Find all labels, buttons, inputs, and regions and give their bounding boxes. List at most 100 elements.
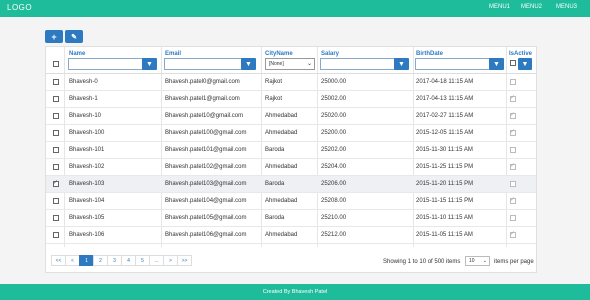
isactive-checkbox <box>510 230 516 238</box>
edit-button[interactable]: ✎ <box>65 30 83 43</box>
row-select-checkbox[interactable] <box>53 147 59 153</box>
row-select-checkbox[interactable] <box>53 96 59 102</box>
isactive-checkbox <box>510 196 516 204</box>
page-button[interactable]: < <box>65 255 80 266</box>
table-row[interactable]: Bhavesh-105 Bhavesh.patel105@gmail.com Bar… <box>46 210 536 227</box>
birthdate-filter-button[interactable]: ▼ <box>489 58 504 70</box>
cell-birthdate: 2017-04-13 11:15 AM <box>416 96 474 102</box>
menu-item-1[interactable]: MENU1 <box>489 4 510 10</box>
salary-filter-input[interactable] <box>320 58 395 70</box>
row-select-checkbox[interactable] <box>53 113 59 119</box>
cell-salary: 25000.00 <box>321 79 347 85</box>
cell-birthdate: 2015-11-30 11:15 AM <box>416 147 473 153</box>
city-filter-select[interactable]: [None] ⌄ <box>265 58 315 70</box>
page-button[interactable]: << <box>51 255 66 266</box>
page-size-select[interactable]: 10 ⌄ <box>465 256 490 266</box>
cell-city: Rajkot <box>265 79 283 85</box>
email-filter-input[interactable] <box>164 58 242 70</box>
menu-item-3[interactable]: MENU3 <box>556 4 577 10</box>
page-button[interactable]: 2 <box>93 255 108 266</box>
column-header-email[interactable]: Email <box>165 51 181 57</box>
salary-filter-button[interactable]: ▼ <box>394 58 409 70</box>
column-header-isactive[interactable]: IsActive <box>509 51 532 57</box>
row-select-checkbox[interactable] <box>53 215 59 221</box>
cell-name: Bhavesh-102 <box>69 164 105 170</box>
top-navbar: LOGO MENU1 MENU2 MENU3 <box>0 0 590 17</box>
cell-name: Bhavesh-100 <box>69 130 105 136</box>
table-row[interactable]: Bhavesh-100 Bhavesh.patel100@gmail.com Ahm… <box>46 125 536 142</box>
cell-birthdate: 2017-02-27 11:15 AM <box>416 113 474 119</box>
page-button[interactable]: ... <box>149 255 164 266</box>
email-filter-button[interactable]: ▼ <box>241 58 256 70</box>
isactive-checkbox <box>510 147 516 153</box>
column-header-birthdate[interactable]: BirthDate <box>416 51 443 57</box>
row-select-checkbox[interactable] <box>53 79 59 85</box>
cell-name: Bhavesh-0 <box>69 79 98 85</box>
cell-name: Bhavesh-105 <box>69 215 105 221</box>
cell-salary: 25200.00 <box>321 130 347 136</box>
cell-city: Ahmedabad <box>265 232 298 238</box>
cell-salary: 25206.00 <box>321 181 347 187</box>
page-button[interactable]: > <box>163 255 178 266</box>
filter-icon: ▼ <box>146 60 153 68</box>
isactive-checkbox <box>510 181 516 187</box>
cell-email: Bhavesh.patel1@gmail.com <box>165 96 240 102</box>
cell-email: Bhavesh.patel106@gmail.com <box>165 232 247 238</box>
logo[interactable]: LOGO <box>7 3 32 12</box>
cell-salary: 25202.00 <box>321 147 347 153</box>
table-row[interactable]: Bhavesh-0 Bhavesh.patel0@gmail.com Rajkot 2… <box>46 74 536 91</box>
table-row[interactable]: Bhavesh-103 Bhavesh.patel103@gmail.com Bar… <box>46 176 536 193</box>
cell-birthdate: 2015-11-20 11:15 PM <box>416 181 474 187</box>
cell-birthdate: 2015-12-05 11:15 AM <box>416 130 474 136</box>
page-button[interactable]: 4 <box>121 255 136 266</box>
city-filter-value: [None] <box>269 61 284 67</box>
row-select-checkbox[interactable] <box>53 198 59 204</box>
page-button[interactable]: 5 <box>135 255 150 266</box>
cell-name: Bhavesh-1 <box>69 96 98 102</box>
row-select-checkbox[interactable] <box>53 232 59 238</box>
pencil-icon: ✎ <box>71 33 77 41</box>
table-row[interactable]: Bhavesh-104 Bhavesh.patel104@gmail.com Ahm… <box>46 193 536 210</box>
birthdate-filter-input[interactable] <box>415 58 490 70</box>
cell-email: Bhavesh.patel10@gmail.com <box>165 113 244 119</box>
filter-icon: ▼ <box>245 60 252 68</box>
page-size-value: 10 <box>469 258 475 264</box>
cell-birthdate: 2015-11-25 11:15 PM <box>416 164 474 170</box>
select-all-checkbox[interactable] <box>53 61 59 67</box>
table-row[interactable]: Bhavesh-106 Bhavesh.patel106@gmail.com Ahm… <box>46 227 536 244</box>
isactive-checkbox <box>510 111 516 119</box>
column-header-city[interactable]: CityName <box>265 51 293 57</box>
isactive-filter-button[interactable]: ▼ <box>518 58 532 70</box>
row-select-checkbox[interactable] <box>53 164 59 170</box>
page-button[interactable]: >> <box>177 255 192 266</box>
cell-birthdate: 2015-11-15 11:15 PM <box>416 198 474 204</box>
table-row[interactable]: Bhavesh-102 Bhavesh.patel102@gmail.com Ahm… <box>46 159 536 176</box>
page-button[interactable]: 3 <box>107 255 122 266</box>
cell-email: Bhavesh.patel102@gmail.com <box>165 164 247 170</box>
table-row[interactable]: Bhavesh-10 Bhavesh.patel10@gmail.com Ahmed… <box>46 108 536 125</box>
table-row[interactable]: Bhavesh-101 Bhavesh.patel101@gmail.com Bar… <box>46 142 536 159</box>
isactive-checkbox <box>510 94 516 102</box>
isactive-checkbox <box>510 215 516 221</box>
cell-salary: 25204.00 <box>321 164 347 170</box>
cell-birthdate: 2015-11-05 11:15 AM <box>416 232 473 238</box>
row-select-checkbox[interactable] <box>53 130 59 136</box>
footer-text: Created By Bhavesh Patel <box>262 289 328 295</box>
table-row[interactable]: Bhavesh-1 Bhavesh.patel1@gmail.com Rajkot 2… <box>46 91 536 108</box>
cell-salary: 25212.00 <box>321 232 347 238</box>
paging-info: Showing 1 to 10 of 500 items <box>383 259 461 265</box>
cell-city: Ahmedabad <box>265 164 298 170</box>
add-button[interactable]: + <box>45 30 63 43</box>
page-button[interactable]: 1 <box>79 255 94 266</box>
name-filter-button[interactable]: ▼ <box>142 58 157 70</box>
filter-icon: ▼ <box>521 60 529 68</box>
cell-city: Ahmedabad <box>265 198 298 204</box>
chevron-down-icon: ⌄ <box>306 61 312 67</box>
menu-item-2[interactable]: MENU2 <box>521 4 542 10</box>
isactive-filter-checkbox[interactable] <box>510 60 516 66</box>
column-header-name[interactable]: Name <box>69 51 85 57</box>
column-header-salary[interactable]: Salary <box>321 51 339 57</box>
cell-email: Bhavesh.patel100@gmail.com <box>165 130 247 136</box>
row-select-checkbox[interactable] <box>53 179 59 187</box>
name-filter-input[interactable] <box>68 58 143 70</box>
